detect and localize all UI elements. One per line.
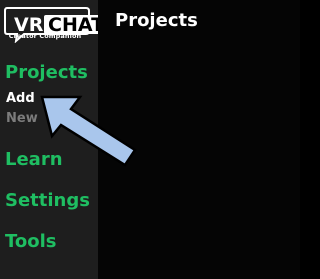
sidebar-subitem-add[interactable]: Add xyxy=(6,91,35,106)
sidebar-item-learn[interactable]: Learn xyxy=(5,149,63,170)
logo-subtitle: Creator Companion xyxy=(8,32,82,40)
sidebar: VR CHAT Creator Companion Projects Add N… xyxy=(0,0,109,279)
page-title: Projects xyxy=(115,10,198,31)
sidebar-item-projects[interactable]: Projects xyxy=(5,62,88,83)
sidebar-item-tools[interactable]: Tools xyxy=(5,231,57,252)
sidebar-item-settings[interactable]: Settings xyxy=(5,190,90,211)
main-panel: Projects xyxy=(98,0,300,279)
sidebar-subitem-new[interactable]: New xyxy=(6,111,38,126)
